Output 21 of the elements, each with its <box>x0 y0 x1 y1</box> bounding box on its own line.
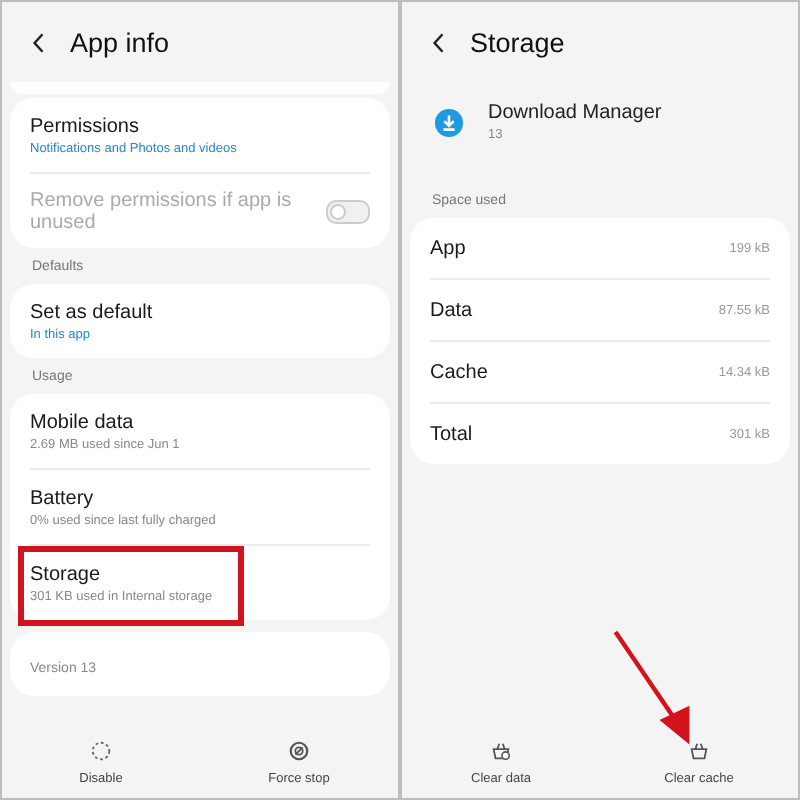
row-label: App <box>430 237 466 259</box>
item-title: Remove permissions if app is unused <box>30 189 294 233</box>
dashed-circle-icon <box>90 739 112 761</box>
item-title: Battery <box>30 487 96 509</box>
item-title: Mobile data <box>30 411 136 433</box>
stop-icon <box>288 739 310 761</box>
item-title: Set as default <box>30 301 155 323</box>
screen-title: App info <box>70 27 170 57</box>
row-label: Data <box>430 299 473 321</box>
screen-title: Storage <box>470 27 565 57</box>
row-label: Total <box>430 423 473 445</box>
app-name: Download Manager <box>488 102 664 124</box>
back-icon[interactable] <box>432 31 446 53</box>
item-title: Permissions <box>30 115 141 137</box>
basket-icon <box>688 739 710 761</box>
pointer-arrow <box>613 630 690 745</box>
basket-icon <box>490 739 512 761</box>
download-icon <box>434 107 464 137</box>
back-icon[interactable] <box>32 31 46 53</box>
item-title: Storage <box>30 563 103 585</box>
row-label: Cache <box>430 361 488 383</box>
